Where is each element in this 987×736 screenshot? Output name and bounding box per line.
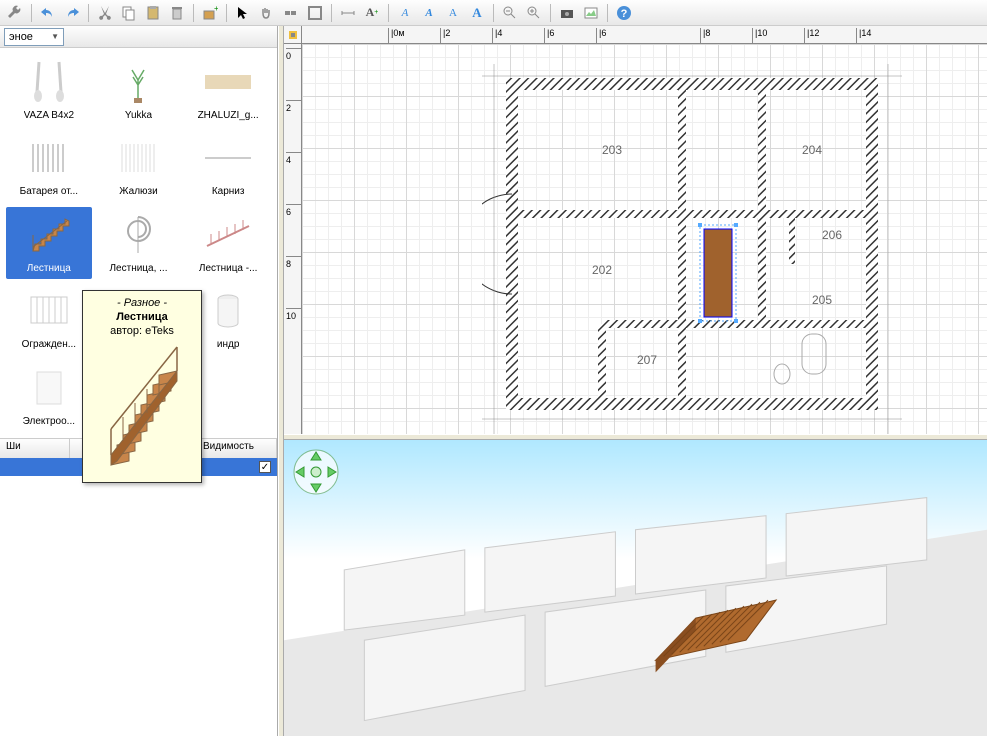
svg-text:206: 206	[822, 228, 842, 242]
dimension-icon[interactable]	[337, 2, 359, 24]
furniture-item[interactable]: Батарея от...	[6, 130, 92, 202]
select-icon[interactable]	[232, 2, 254, 24]
plan-canvas[interactable]: 203 204 202 201 206 205 207	[302, 44, 987, 434]
floorplan: 203 204 202 201 206 205 207	[482, 64, 902, 434]
furniture-item[interactable]: Лестница -...	[185, 207, 271, 279]
furniture-item[interactable]: Лестница, ...	[96, 207, 182, 279]
zoom-out-icon[interactable]	[499, 2, 521, 24]
ruler-corner	[284, 26, 302, 44]
text-style1-icon[interactable]: A	[394, 2, 416, 24]
ruler-vertical: 0246810	[284, 44, 302, 434]
add-furniture-icon[interactable]: +	[199, 2, 221, 24]
room-icon[interactable]	[304, 2, 326, 24]
photo-icon[interactable]	[580, 2, 602, 24]
wrench-icon[interactable]	[4, 2, 26, 24]
zoom-in-icon[interactable]	[523, 2, 545, 24]
selected-stairs[interactable]	[698, 223, 738, 323]
svg-text:204: 204	[802, 143, 822, 157]
cut-icon[interactable]	[94, 2, 116, 24]
camera-icon[interactable]	[556, 2, 578, 24]
right-panel: |0м|2|4|6|6|8|10|12|14 0246810	[284, 26, 987, 736]
main-toolbar: + A+ A A A A ?	[0, 0, 987, 26]
furniture-item[interactable]: Электроо...	[6, 360, 92, 432]
help-icon[interactable]: ?	[613, 2, 635, 24]
copy-icon[interactable]	[118, 2, 140, 24]
text-style2-icon[interactable]: A	[418, 2, 440, 24]
category-bar: эное	[0, 26, 277, 48]
pan-icon[interactable]	[256, 2, 278, 24]
text-style4-icon[interactable]: A	[466, 2, 488, 24]
furniture-item-selected[interactable]: Лестница	[6, 207, 92, 279]
redo-icon[interactable]	[61, 2, 83, 24]
furniture-item[interactable]: Огражден...	[6, 283, 92, 355]
furniture-item[interactable]: Карниз	[185, 130, 271, 202]
furniture-item[interactable]: Жалюзи	[96, 130, 182, 202]
category-dropdown[interactable]: эное	[4, 28, 64, 46]
paste-icon[interactable]	[142, 2, 164, 24]
svg-text:+: +	[214, 5, 218, 13]
ruler-horizontal: |0м|2|4|6|6|8|10|12|14	[302, 26, 987, 44]
svg-text:205: 205	[812, 293, 832, 307]
plan-view[interactable]: |0м|2|4|6|6|8|10|12|14 0246810	[284, 26, 987, 434]
nav-compass[interactable]	[292, 448, 340, 496]
text-icon[interactable]: A+	[361, 2, 383, 24]
svg-text:207: 207	[637, 353, 657, 367]
furniture-tooltip: - Разное - Лестница автор: eTeks	[82, 290, 202, 483]
svg-text:202: 202	[592, 263, 612, 277]
delete-icon[interactable]	[166, 2, 188, 24]
furniture-item[interactable]: ZHALUZI_g...	[185, 54, 271, 126]
view-3d[interactable]	[284, 440, 987, 736]
furniture-item[interactable]: VAZA B4x2	[6, 54, 92, 126]
furniture-item[interactable]: Yukka	[96, 54, 182, 126]
undo-icon[interactable]	[37, 2, 59, 24]
svg-text:203: 203	[602, 143, 622, 157]
wall-icon[interactable]	[280, 2, 302, 24]
text-style3-icon[interactable]: A	[442, 2, 464, 24]
svg-text:?: ?	[621, 8, 628, 20]
visibility-checkbox[interactable]: ✓	[259, 461, 271, 473]
